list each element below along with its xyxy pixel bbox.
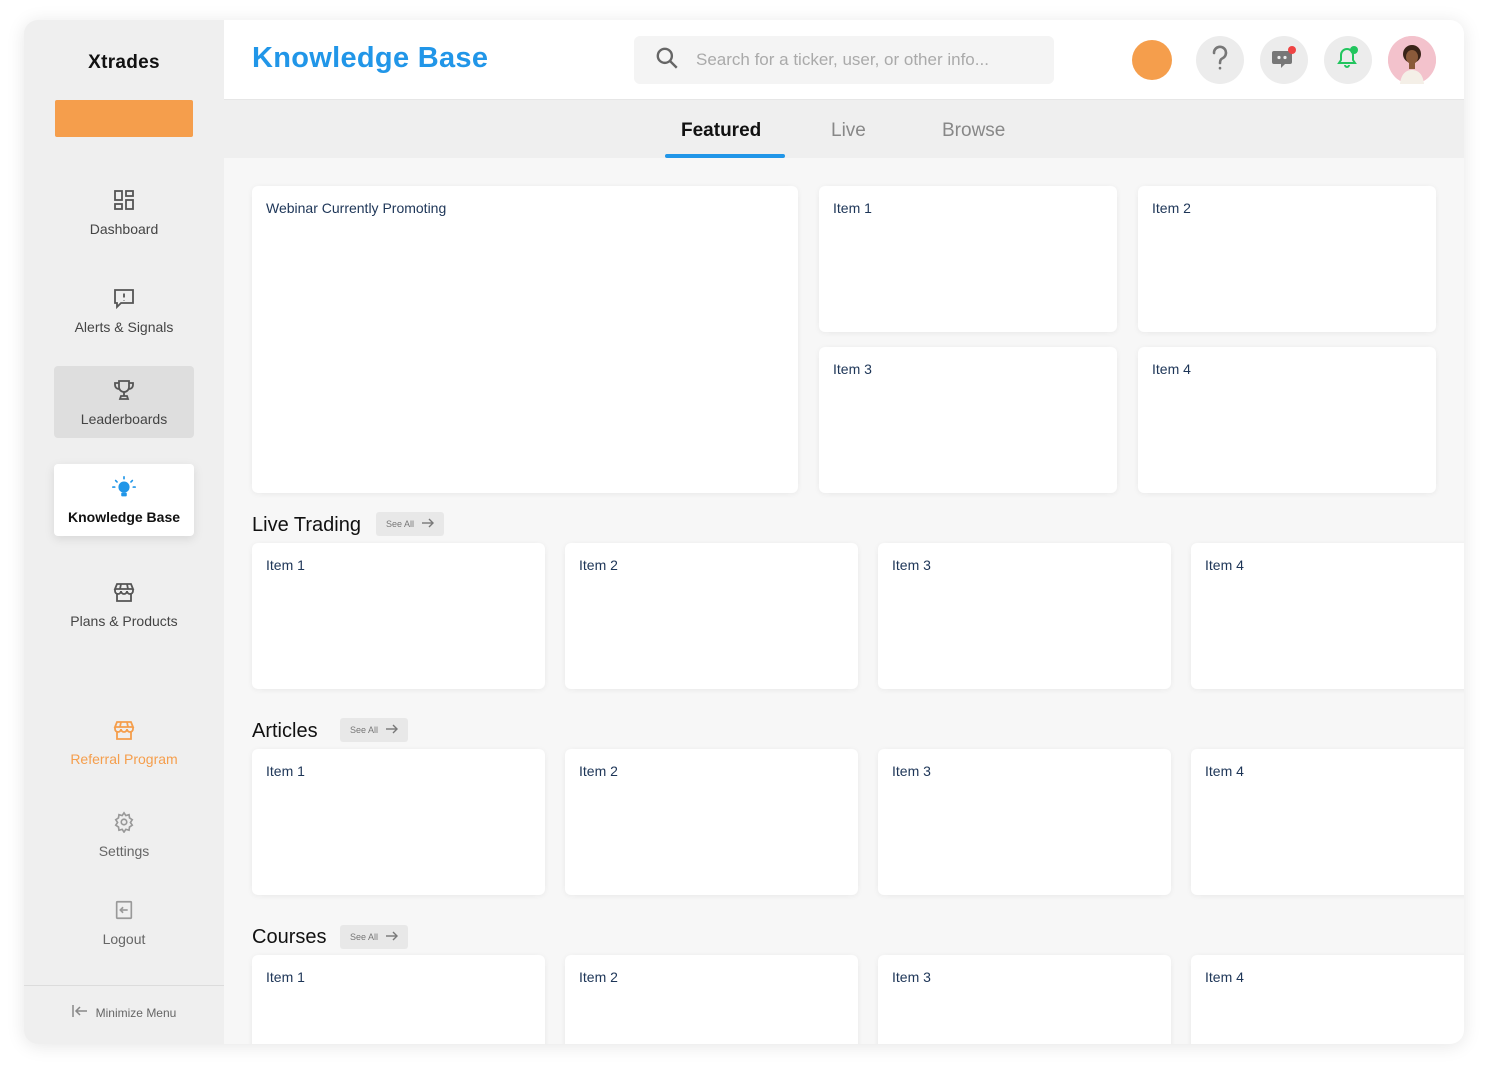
tab-live[interactable]: Live [831,120,866,142]
lightbulb-icon [111,475,137,501]
sidebar-item-settings[interactable]: Settings [54,798,194,870]
sidebar-item-label: Plans & Products [70,613,178,629]
tab-browse[interactable]: Browse [942,120,1005,142]
card-title: Item 1 [833,200,872,216]
section-title-live-trading: Live Trading [252,514,361,536]
arrow-right-icon [386,724,399,736]
sidebar: Xtrades Dashboard Alerts & Signals Leade… [24,20,224,1044]
card-title: Item 4 [1205,763,1244,779]
sidebar-item-knowledge-base[interactable]: Knowledge Base [54,464,194,536]
section-title-courses: Courses [252,926,327,948]
bell-icon [1334,44,1362,77]
sidebar-item-label: Referral Program [70,751,178,767]
page-title: Knowledge Base [252,42,489,74]
card-title: Item 2 [579,763,618,779]
card-title: Item 4 [1152,361,1191,377]
chat-button[interactable] [1260,36,1308,84]
tab-bar: Featured Live Browse [224,100,1464,158]
article-card[interactable]: Item 3 [878,749,1171,895]
minimize-menu-button[interactable]: Minimize Menu [24,1004,224,1021]
active-tab-indicator [665,154,785,158]
arrow-right-icon [386,931,399,943]
help-icon [1209,45,1231,76]
sidebar-item-alerts[interactable]: Alerts & Signals [54,274,194,346]
app-window: Xtrades Dashboard Alerts & Signals Leade… [24,20,1464,1044]
article-card[interactable]: Item 1 [252,749,545,895]
status-indicator[interactable] [1132,40,1172,80]
sidebar-item-label: Leaderboards [80,411,168,427]
see-all-label: See All [386,519,415,529]
sidebar-item-referral-program[interactable]: Referral Program [54,706,194,778]
tab-featured[interactable]: Featured [681,120,761,142]
see-all-label: See All [350,725,379,735]
live-trading-card[interactable]: Item 4 [1191,543,1464,689]
course-card[interactable]: Item 2 [565,955,858,1044]
card-title: Item 1 [266,763,305,779]
see-all-button[interactable]: See All [340,718,409,742]
section-title-articles: Articles [252,720,318,742]
card-title: Item 2 [579,557,618,573]
avatar[interactable] [1388,36,1436,84]
article-card[interactable]: Item 4 [1191,749,1464,895]
sidebar-item-logout[interactable]: Logout [54,886,194,958]
featured-item-card[interactable]: Item 3 [819,347,1117,493]
card-title: Item 1 [266,557,305,573]
search-icon [654,45,680,76]
collapse-arrow-icon [71,1004,88,1021]
live-trading-card[interactable]: Item 2 [565,543,858,689]
brand-banner[interactable] [55,100,193,137]
avatar-image [1388,36,1436,84]
featured-webinar-card[interactable]: Webinar Currently Promoting [252,186,798,493]
gear-icon [111,809,137,835]
trophy-icon [111,377,137,403]
search-bar[interactable] [634,36,1054,84]
sidebar-item-label: Knowledge Base [67,509,181,525]
sidebar-item-dashboard[interactable]: Dashboard [54,176,194,248]
card-title: Item 3 [892,763,931,779]
card-title: Item 4 [1205,969,1244,985]
card-title: Item 3 [833,361,872,377]
top-header: Knowledge Base [224,20,1464,100]
store-icon [111,717,137,743]
see-all-button[interactable]: See All [340,925,409,949]
course-card[interactable]: Item 4 [1191,955,1464,1044]
featured-item-card[interactable]: Item 1 [819,186,1117,332]
arrow-right-icon [422,518,435,530]
live-trading-card[interactable]: Item 1 [252,543,545,689]
see-all-label: See All [350,932,379,942]
dashboard-icon [111,187,137,213]
minimize-menu-label: Minimize Menu [95,1005,177,1020]
sidebar-item-label: Dashboard [89,221,159,237]
course-card[interactable]: Item 1 [252,955,545,1044]
alert-icon [111,285,137,311]
store-icon [111,579,137,605]
sidebar-item-leaderboards[interactable]: Leaderboards [54,366,194,438]
logout-icon [111,897,137,923]
notifications-button[interactable] [1324,36,1372,84]
course-card[interactable]: Item 3 [878,955,1171,1044]
featured-item-card[interactable]: Item 2 [1138,186,1436,332]
card-title: Item 1 [266,969,305,985]
sidebar-divider [24,985,224,986]
featured-item-card[interactable]: Item 4 [1138,347,1436,493]
see-all-button[interactable]: See All [376,512,445,536]
sidebar-item-label: Logout [102,931,146,947]
help-button[interactable] [1196,36,1244,84]
article-card[interactable]: Item 2 [565,749,858,895]
live-trading-card[interactable]: Item 3 [878,543,1171,689]
card-title: Item 2 [1152,200,1191,216]
sidebar-item-plans-products[interactable]: Plans & Products [54,568,194,640]
search-input[interactable] [696,50,1036,70]
card-title: Webinar Currently Promoting [266,200,447,216]
card-title: Item 2 [579,969,618,985]
chat-icon [1270,44,1298,77]
sidebar-item-label: Settings [98,843,150,859]
card-title: Item 4 [1205,557,1244,573]
card-title: Item 3 [892,557,931,573]
sidebar-item-label: Alerts & Signals [74,319,174,335]
brand-logo[interactable]: Xtrades [24,52,224,74]
card-title: Item 3 [892,969,931,985]
